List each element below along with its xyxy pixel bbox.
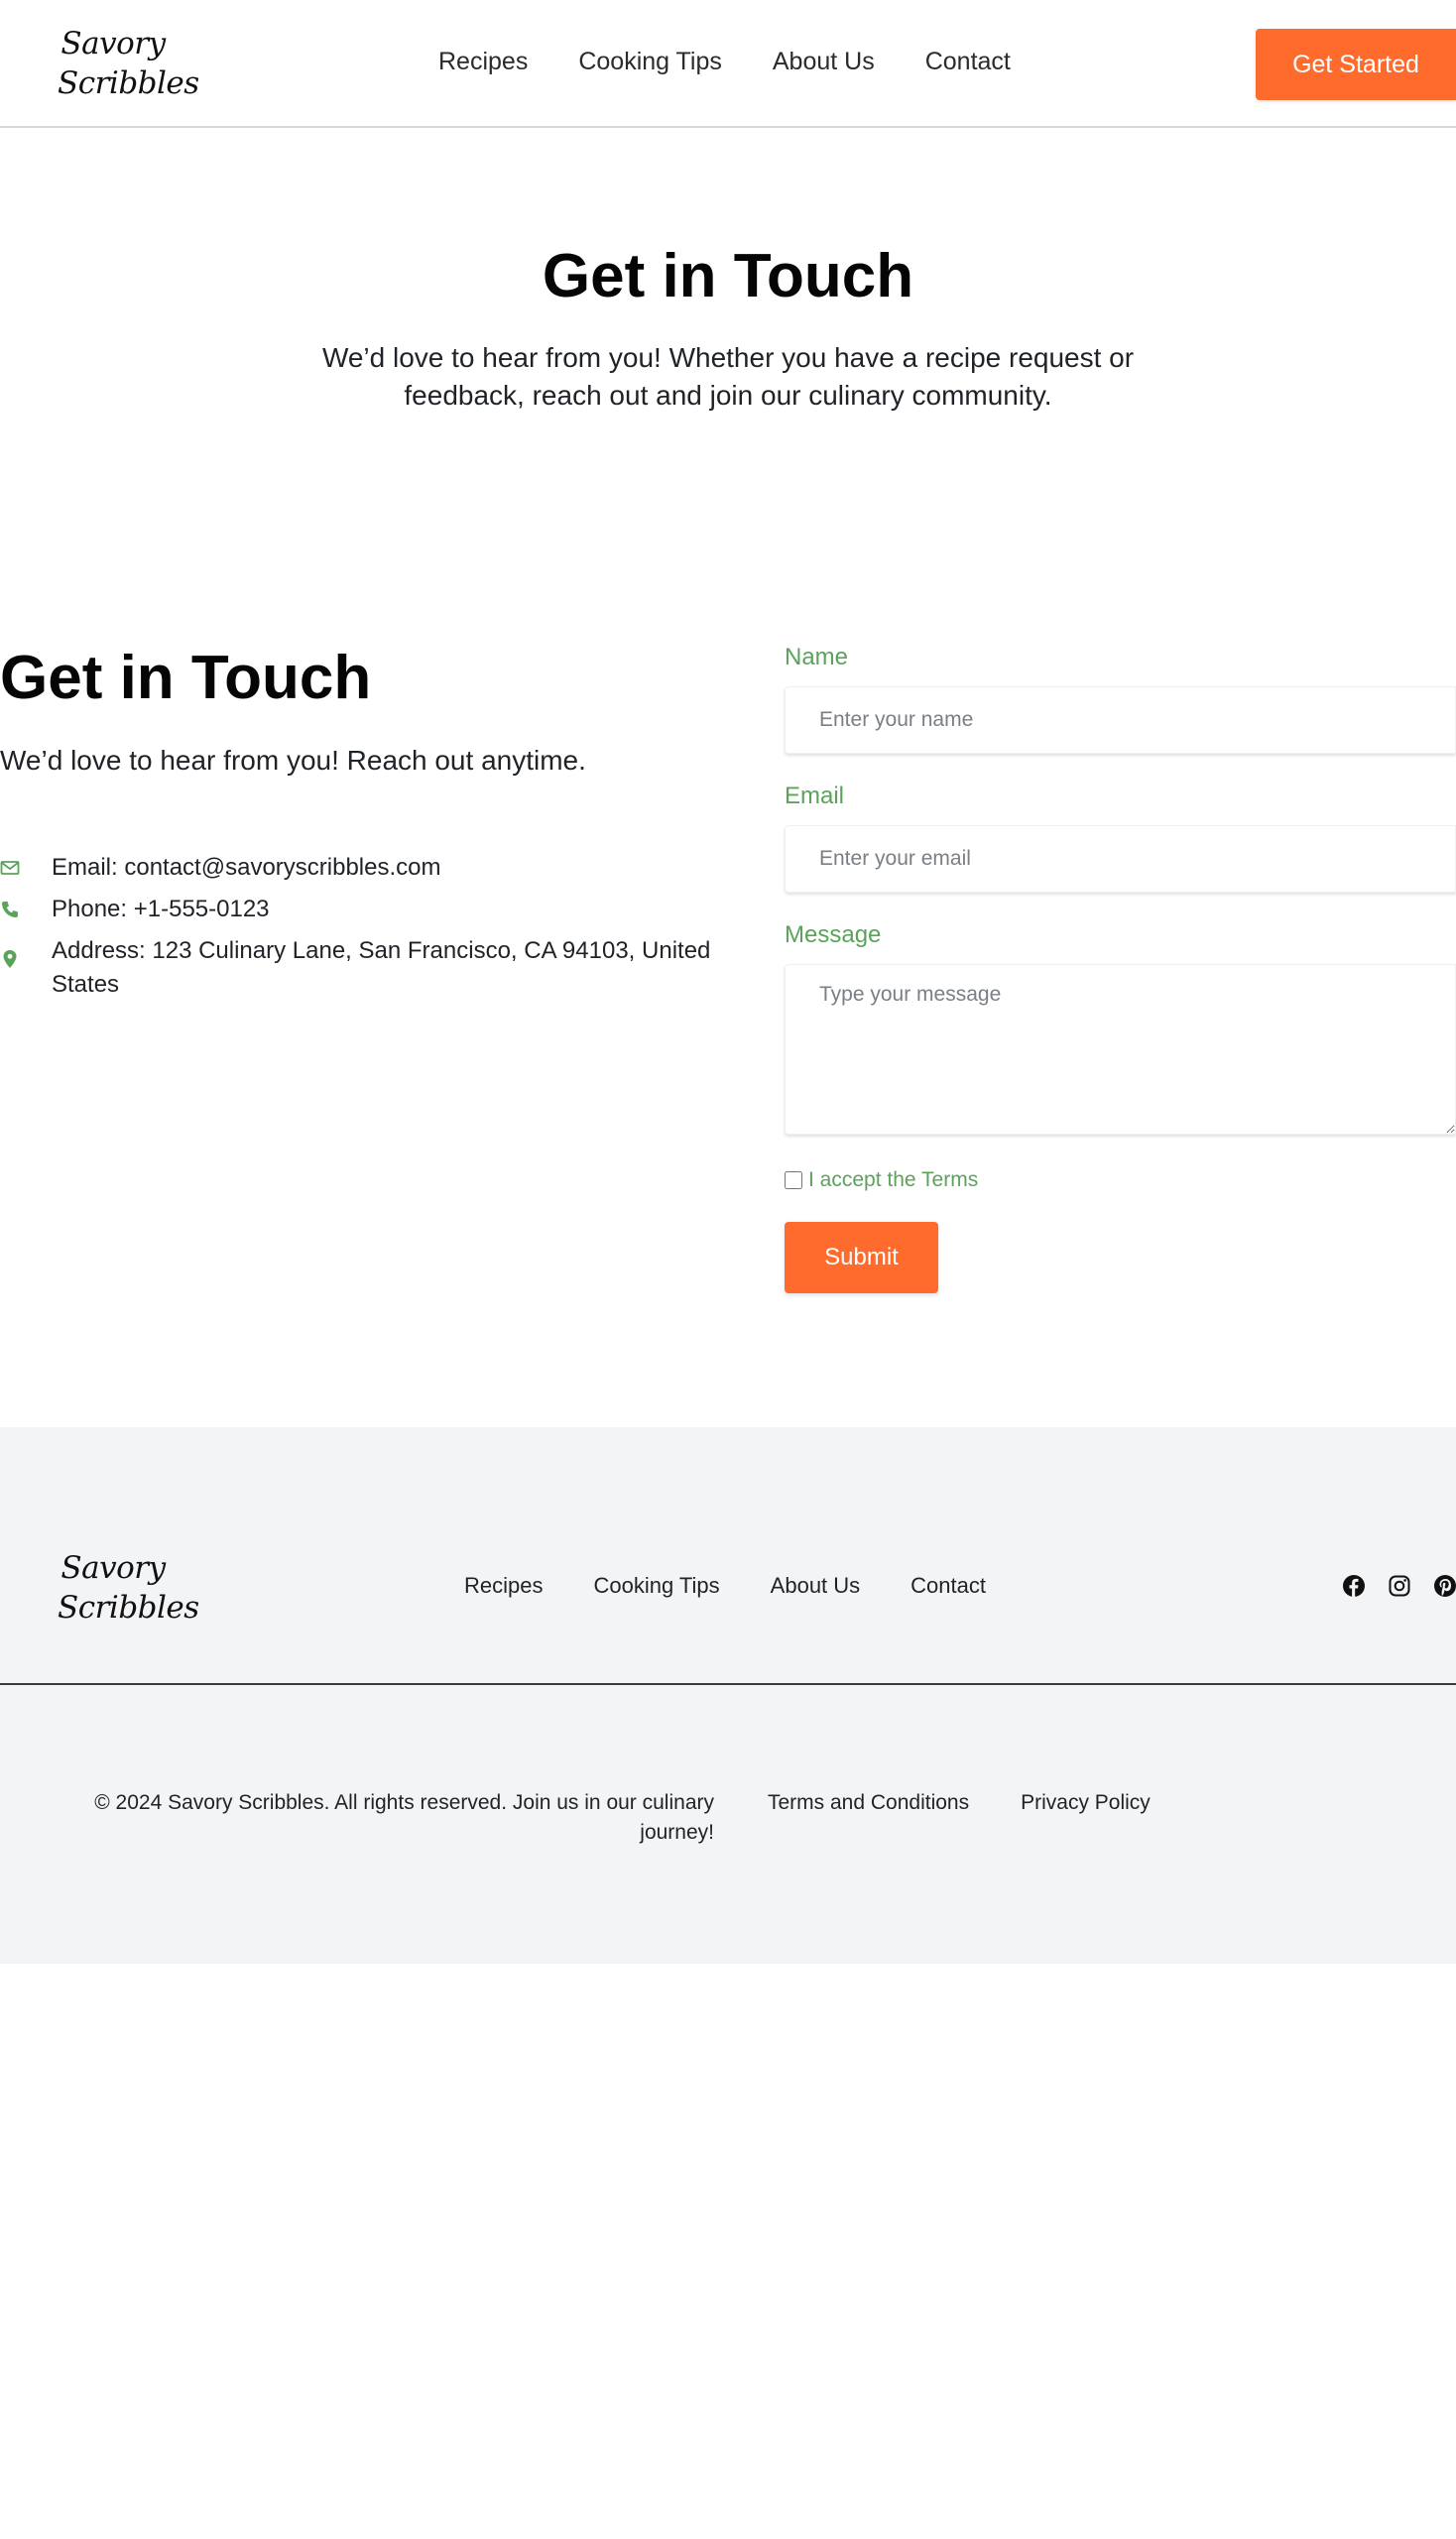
terms-row: I accept the Terms [785,1168,1456,1192]
terms-checkbox[interactable] [785,1171,802,1189]
contact-email-text[interactable]: Email: contact@savoryscribbles.com [52,854,440,881]
get-started-button[interactable]: Get Started [1256,29,1456,100]
submit-button[interactable]: Submit [785,1222,938,1293]
pinterest-icon[interactable] [1433,1574,1456,1598]
map-pin-icon [3,950,17,968]
envelope-icon [0,861,20,875]
terms-label[interactable]: I accept the Terms [808,1168,978,1192]
instagram-icon[interactable] [1388,1574,1411,1598]
social-links [1342,1574,1456,1598]
footer-logo-line-2: Scribbles [58,1590,199,1626]
hero-subtitle: We’d love to hear from you! Whether you … [321,342,1135,411]
nav-link-recipes[interactable]: Recipes [438,47,528,76]
facebook-icon[interactable] [1342,1574,1366,1598]
footer-link-contact[interactable]: Contact [910,1572,986,1600]
contact-phone-row: Phone: +1-555-0123 [0,893,724,926]
site-header: Savory Scribbles Recipes Cooking Tips Ab… [0,0,1456,128]
privacy-link[interactable]: Privacy Policy [1021,1788,1151,1818]
logo-line-2: Scribbles [58,65,199,101]
footer-top: Savory Scribbles Recipes Cooking Tips Ab… [0,1427,1456,1685]
contact-title: Get in Touch [0,644,372,712]
email-label: Email [785,783,845,809]
footer-link-recipes[interactable]: Recipes [464,1572,543,1600]
contact-address-text: Address: 123 Culinary Lane, San Francisc… [52,937,711,998]
name-input[interactable] [785,686,1456,754]
footer-logo[interactable]: Savory Scribbles [58,1548,199,1628]
copyright-text: © 2024 Savory Scribbles. All rights rese… [94,1791,714,1844]
message-label: Message [785,921,882,948]
nav-link-about-us[interactable]: About Us [773,47,875,76]
message-textarea[interactable] [785,964,1456,1135]
footer-logo-line-1: Savory [61,1550,166,1586]
terms-link[interactable]: Terms and Conditions [768,1788,969,1818]
email-input[interactable] [785,825,1456,893]
main-nav: Recipes Cooking Tips About Us Contact [438,47,1061,76]
contact-form: Name Email Message I accept the Terms Su… [785,643,1456,1293]
contact-phone-text[interactable]: Phone: +1-555-0123 [52,896,270,922]
contact-subtitle: We’d love to hear from you! Reach out an… [0,745,586,776]
contact-info-list: Email: contact@savoryscribbles.com Phone… [0,851,724,1002]
contact-email-row: Email: contact@savoryscribbles.com [0,851,724,885]
footer-link-about-us[interactable]: About Us [771,1572,861,1600]
brand-logo[interactable]: Savory Scribbles [58,24,199,103]
nav-link-contact[interactable]: Contact [925,47,1011,76]
footer-link-cooking-tips[interactable]: Cooking Tips [593,1572,719,1600]
footer-nav: Recipes Cooking Tips About Us Contact [464,1572,1036,1600]
legal-links: Terms and Conditions Privacy Policy [768,1788,1202,1818]
contact-address-row: Address: 123 Culinary Lane, San Francisc… [0,934,724,1002]
hero-title: Get in Touch [542,242,914,310]
logo-line-1: Savory [61,26,166,61]
nav-link-cooking-tips[interactable]: Cooking Tips [578,47,722,76]
phone-icon [2,902,18,917]
footer-bottom: © 2024 Savory Scribbles. All rights rese… [0,1685,1456,1964]
name-label: Name [785,644,849,670]
